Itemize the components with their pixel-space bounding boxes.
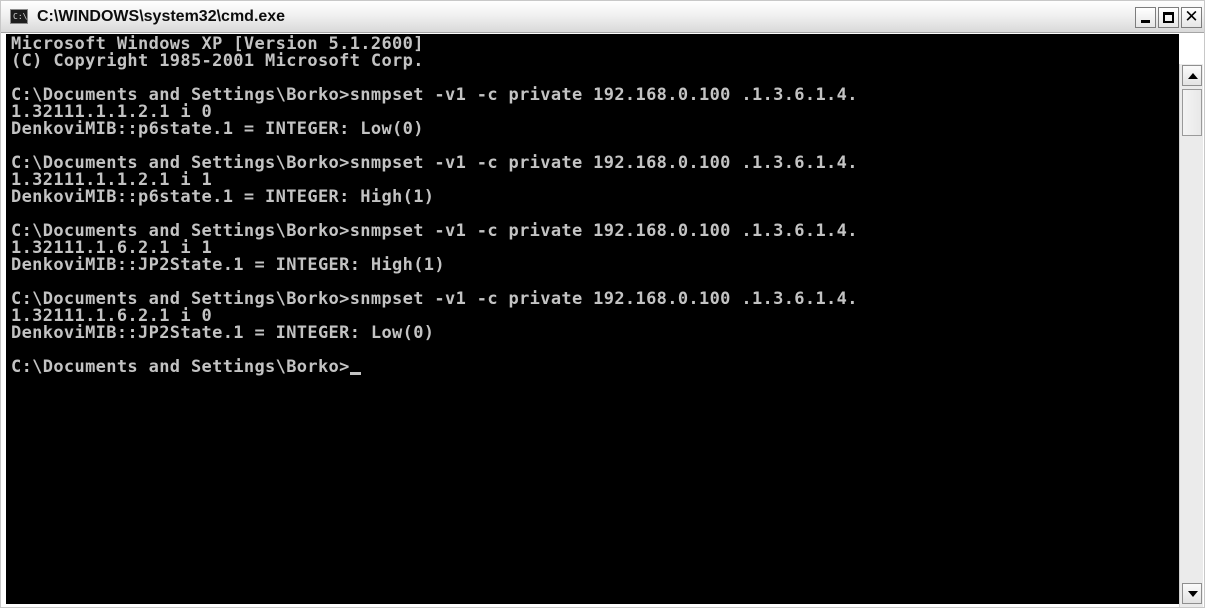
close-icon: ✕ <box>1184 7 1199 27</box>
scroll-down-button[interactable] <box>1182 583 1202 604</box>
console-line: DenkoviMIB::JP2State.1 = INTEGER: Low(0) <box>11 325 858 342</box>
console-line-text: (C) Copyright 1985-2001 Microsoft Corp. <box>11 51 424 71</box>
scroll-up-arrow-icon <box>1188 73 1198 79</box>
console-line-text: DenkoviMIB::p6state.1 = INTEGER: High(1) <box>11 187 435 207</box>
window-title: C:\WINDOWS\system32\cmd.exe <box>37 8 286 25</box>
vertical-scrollbar[interactable] <box>1179 64 1203 607</box>
console-line: DenkoviMIB::JP2State.1 = INTEGER: High(1… <box>11 257 858 274</box>
scroll-down-arrow-icon <box>1188 591 1198 597</box>
console-line: DenkoviMIB::p6state.1 = INTEGER: Low(0) <box>11 121 858 138</box>
console-output[interactable]: Microsoft Windows XP [Version 5.1.2600](… <box>6 34 1179 604</box>
console-icon[interactable]: C:\ <box>10 9 28 24</box>
console-line: C:\Documents and Settings\Borko> <box>11 359 858 376</box>
text-cursor <box>349 372 361 375</box>
console-line: DenkoviMIB::p6state.1 = INTEGER: High(1) <box>11 189 858 206</box>
console-line-text: DenkoviMIB::JP2State.1 = INTEGER: High(1… <box>11 255 445 275</box>
console-line-text: DenkoviMIB::JP2State.1 = INTEGER: Low(0) <box>11 323 435 343</box>
minimize-button[interactable] <box>1135 7 1156 28</box>
console-text: Microsoft Windows XP [Version 5.1.2600](… <box>11 36 858 376</box>
maximize-button[interactable] <box>1158 7 1179 28</box>
console-line: (C) Copyright 1985-2001 Microsoft Corp. <box>11 53 858 70</box>
scroll-up-button[interactable] <box>1182 65 1202 86</box>
title-bar[interactable]: C:\ C:\WINDOWS\system32\cmd.exe ✕ <box>1 1 1204 33</box>
maximize-icon <box>1163 12 1174 23</box>
console-line-text: DenkoviMIB::p6state.1 = INTEGER: Low(0) <box>11 119 424 139</box>
console-window: C:\ C:\WINDOWS\system32\cmd.exe ✕ Micros… <box>0 0 1205 608</box>
console-line-text: C:\Documents and Settings\Borko> <box>11 357 350 377</box>
minimize-icon <box>1141 20 1150 23</box>
close-button[interactable]: ✕ <box>1181 7 1202 28</box>
scroll-thumb[interactable] <box>1182 89 1202 136</box>
